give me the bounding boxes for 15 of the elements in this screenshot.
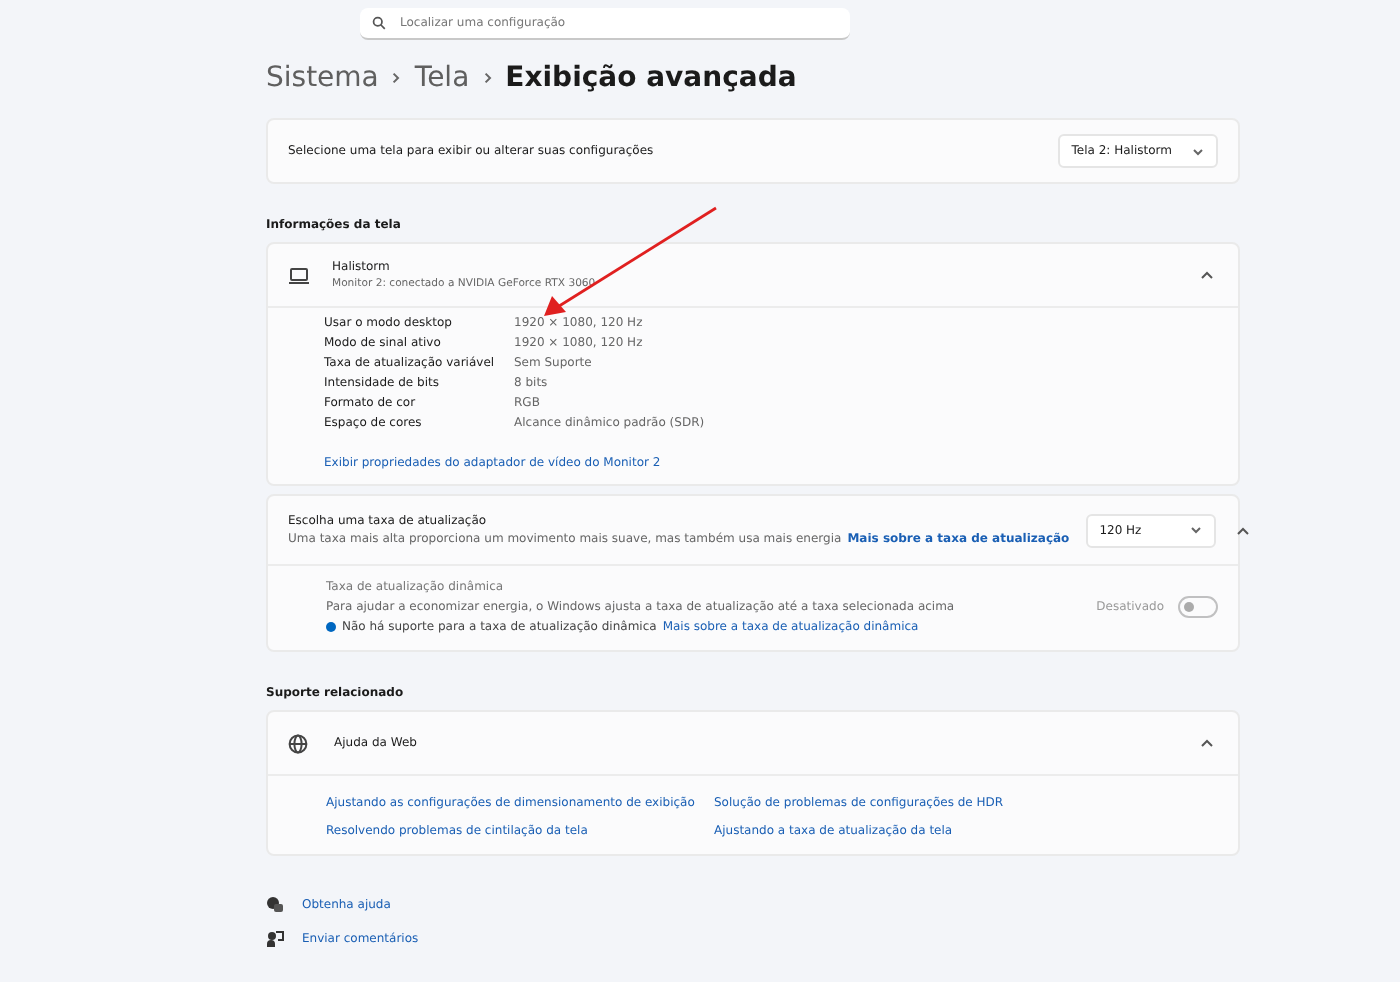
collapse-button[interactable] <box>1196 266 1218 284</box>
caret-icon <box>1189 526 1202 534</box>
chevron-icon <box>392 72 401 84</box>
page-title: Exibição avançada <box>505 62 797 94</box>
globe-icon <box>288 733 308 753</box>
feedback-icon <box>266 930 284 948</box>
breadcrumb-link[interactable]: Sistema <box>266 62 379 94</box>
search-icon <box>372 16 386 30</box>
help-icon <box>266 896 284 914</box>
breadcrumb-link[interactable]: Tela <box>414 62 470 94</box>
chevron-icon <box>483 72 492 84</box>
caret-icon <box>1192 147 1204 155</box>
laptop-icon <box>288 267 310 283</box>
info-icon <box>326 622 336 632</box>
collapse-button[interactable] <box>1196 734 1218 752</box>
